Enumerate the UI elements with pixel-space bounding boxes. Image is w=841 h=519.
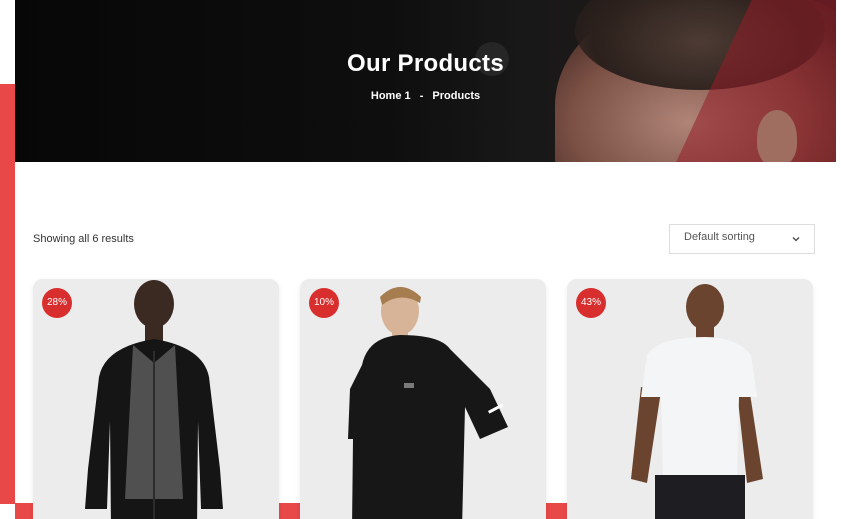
product-card[interactable]: 28%	[33, 279, 279, 519]
product-image[interactable]	[33, 279, 279, 519]
sale-badge: 43%	[576, 288, 606, 318]
page-hero-banner: Our Products Home 1 - Products	[15, 0, 836, 162]
chevron-down-icon	[792, 237, 800, 242]
page-title: Our Products	[347, 50, 504, 77]
product-card[interactable]: 43%	[567, 279, 813, 519]
sale-badge: 28%	[42, 288, 72, 318]
hero-background-photo-ear	[757, 110, 797, 162]
breadcrumb: Home 1 - Products	[15, 90, 836, 102]
product-card[interactable]: 10%	[300, 279, 546, 519]
breadcrumb-home-link[interactable]: Home 1	[371, 90, 411, 102]
sale-badge: 10%	[309, 288, 339, 318]
breadcrumb-current: Products	[432, 90, 481, 102]
product-image[interactable]	[300, 279, 546, 519]
sort-dropdown[interactable]: Default sorting	[669, 224, 815, 254]
product-image[interactable]	[567, 279, 813, 519]
decorative-accent-bar-left	[0, 84, 15, 504]
breadcrumb-separator: -	[419, 90, 424, 102]
results-count: Showing all 6 results	[33, 233, 134, 245]
sort-selected-value: Default sorting	[684, 231, 755, 243]
